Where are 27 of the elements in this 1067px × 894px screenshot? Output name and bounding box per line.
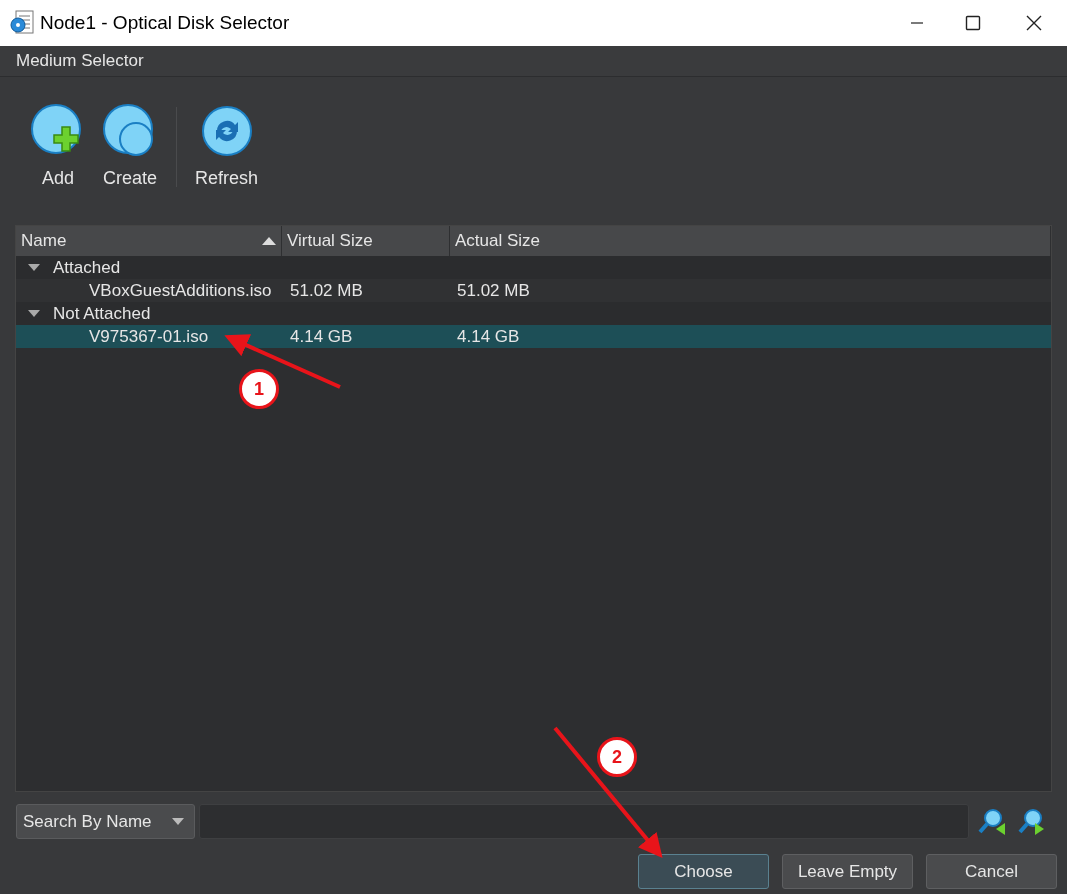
toolbar-button[interactable]: Create [94, 103, 166, 192]
dialog-button[interactable]: Cancel [926, 854, 1057, 889]
maximize-icon [965, 15, 981, 31]
table-cell-text: 4.14 GB [289, 325, 354, 348]
group-label: Attached [53, 256, 121, 279]
search-mode-dropdown[interactable]: Search By Name [16, 804, 195, 839]
table-cell-text: 4.14 GB [456, 325, 520, 348]
table-cell-text: 51.02 MB [456, 279, 530, 302]
table-row[interactable]: V975367-01.iso 4.14 GB 4.14 GB [16, 325, 1051, 348]
toolbar-button[interactable]: Add [22, 103, 94, 192]
dialog-button[interactable]: Leave Empty [782, 854, 913, 889]
window-title: Node1 - Optical Disk Selector [40, 10, 290, 35]
search-field[interactable] [199, 804, 969, 839]
dialog-button[interactable]: Choose [638, 854, 769, 889]
toolbar-button[interactable]: Refresh [187, 103, 267, 192]
dropdown-caret-icon [172, 818, 184, 825]
close-icon [1026, 15, 1042, 31]
search-previous-icon[interactable] [977, 806, 1007, 837]
table-cell-text: VBoxGuestAdditions.iso [88, 279, 273, 302]
menu-item[interactable]: Medium Selector [16, 48, 144, 74]
table-cell-text: 51.02 MB [289, 279, 364, 302]
group-label: Not Attached [53, 302, 151, 325]
expanded-caret-icon[interactable] [28, 309, 40, 318]
sort-ascending-icon [262, 237, 276, 245]
document-disc-icon [9, 10, 35, 36]
table-cell-text: V975367-01.iso [88, 325, 210, 348]
expanded-caret-icon[interactable] [28, 263, 40, 272]
